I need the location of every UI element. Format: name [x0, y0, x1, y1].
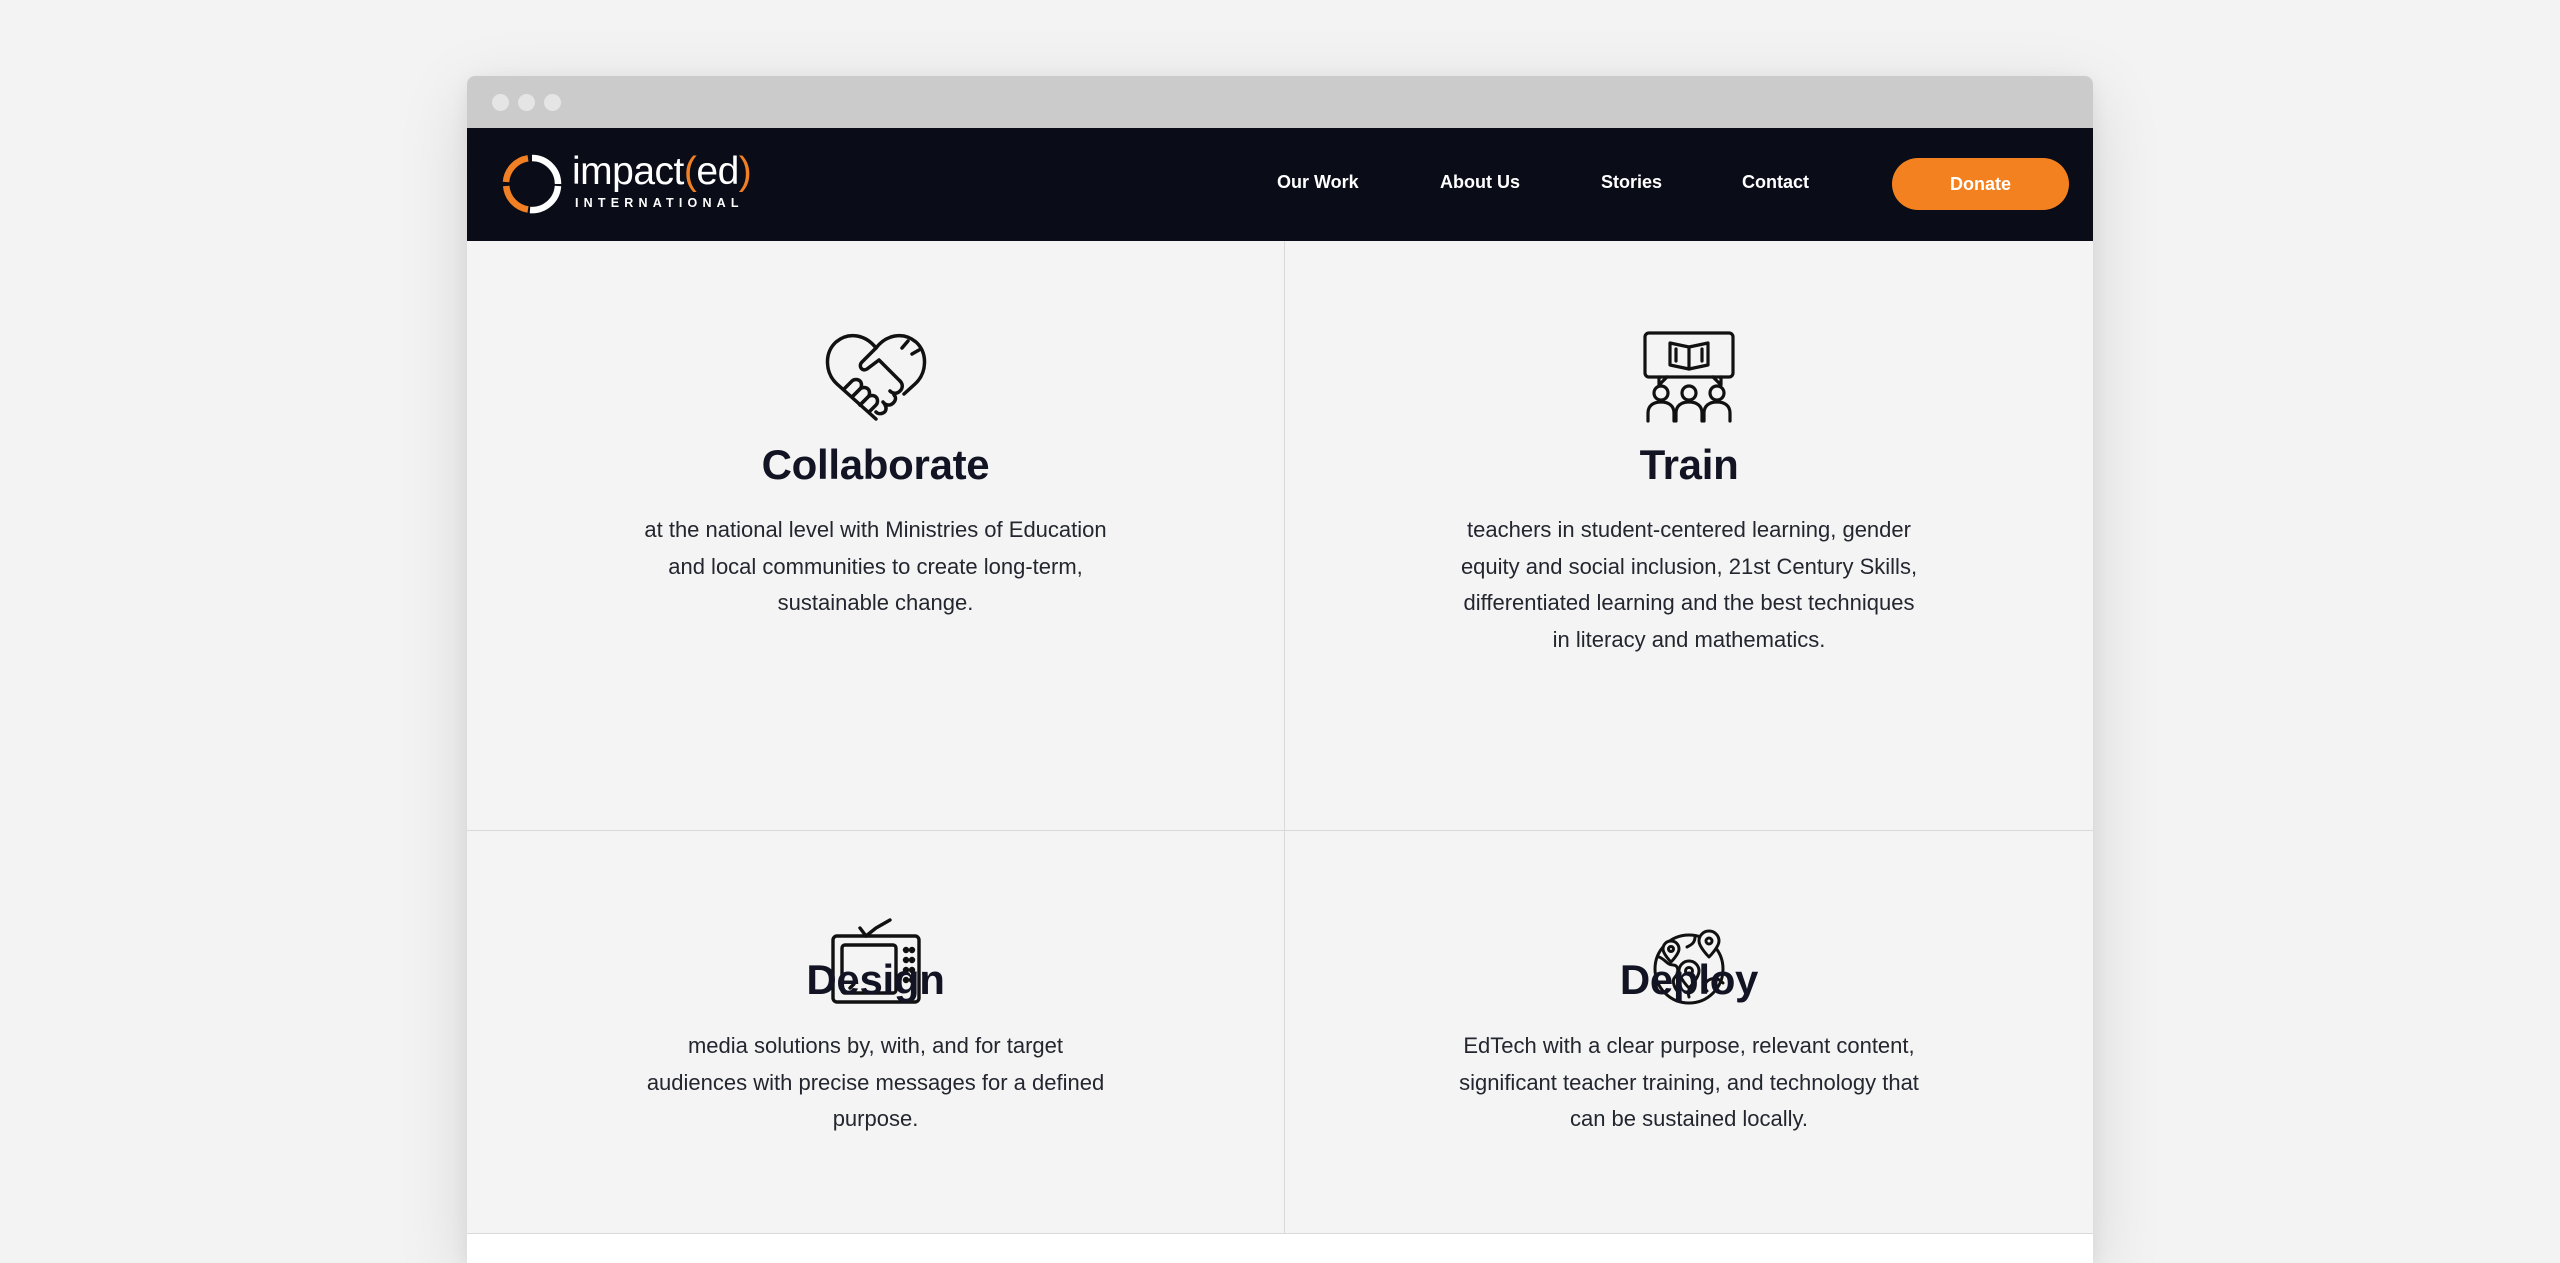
- handshake-heart-icon: [825, 333, 926, 421]
- logo-subtitle: INTERNATIONAL: [575, 196, 744, 210]
- feature-title: Collaborate: [761, 441, 990, 488]
- browser-window: impact(ed) INTERNATIONAL Our Work About …: [467, 76, 2093, 1263]
- feature-design: Design media solutions by, with, and for…: [467, 831, 1284, 1233]
- window-minimize-button[interactable]: [518, 94, 535, 111]
- next-section: [467, 1234, 2093, 1263]
- donate-button[interactable]: Donate: [1892, 158, 2069, 210]
- feature-description: teachers in student-centered learning, g…: [1460, 517, 1918, 652]
- nav-contact[interactable]: Contact: [1742, 172, 1809, 193]
- browser-title-bar: [467, 76, 2093, 128]
- site-header: impact(ed) INTERNATIONAL Our Work About …: [467, 128, 2093, 241]
- logo-wordmark: impact(ed): [572, 150, 752, 193]
- logo-ring-icon: [502, 154, 562, 214]
- teacher-students-book-icon: [1643, 331, 1735, 423]
- feature-train: Train teachers in student-centered learn…: [1285, 241, 2093, 830]
- feature-deploy: Deploy EdTech with a clear purpose, rele…: [1285, 831, 2093, 1233]
- feature-title: Deploy: [1619, 956, 1759, 1003]
- nav-our-work[interactable]: Our Work: [1277, 172, 1359, 193]
- feature-description: EdTech with a clear purpose, relevant co…: [1459, 1033, 1919, 1131]
- features-grid: Collaborate at the national level with M…: [467, 241, 2093, 1263]
- window-maximize-button[interactable]: [544, 94, 561, 111]
- window-close-button[interactable]: [492, 94, 509, 111]
- feature-description: at the national level with Ministries of…: [644, 517, 1107, 615]
- feature-description: media solutions by, with, and for target…: [646, 1033, 1105, 1131]
- impacted-logo[interactable]: impact(ed) INTERNATIONAL: [500, 150, 752, 216]
- feature-collaborate: Collaborate at the national level with M…: [467, 241, 1284, 830]
- feature-title: Train: [1639, 441, 1739, 488]
- nav-about-us[interactable]: About Us: [1440, 172, 1520, 193]
- nav-stories[interactable]: Stories: [1601, 172, 1662, 193]
- feature-title: Design: [806, 956, 945, 1003]
